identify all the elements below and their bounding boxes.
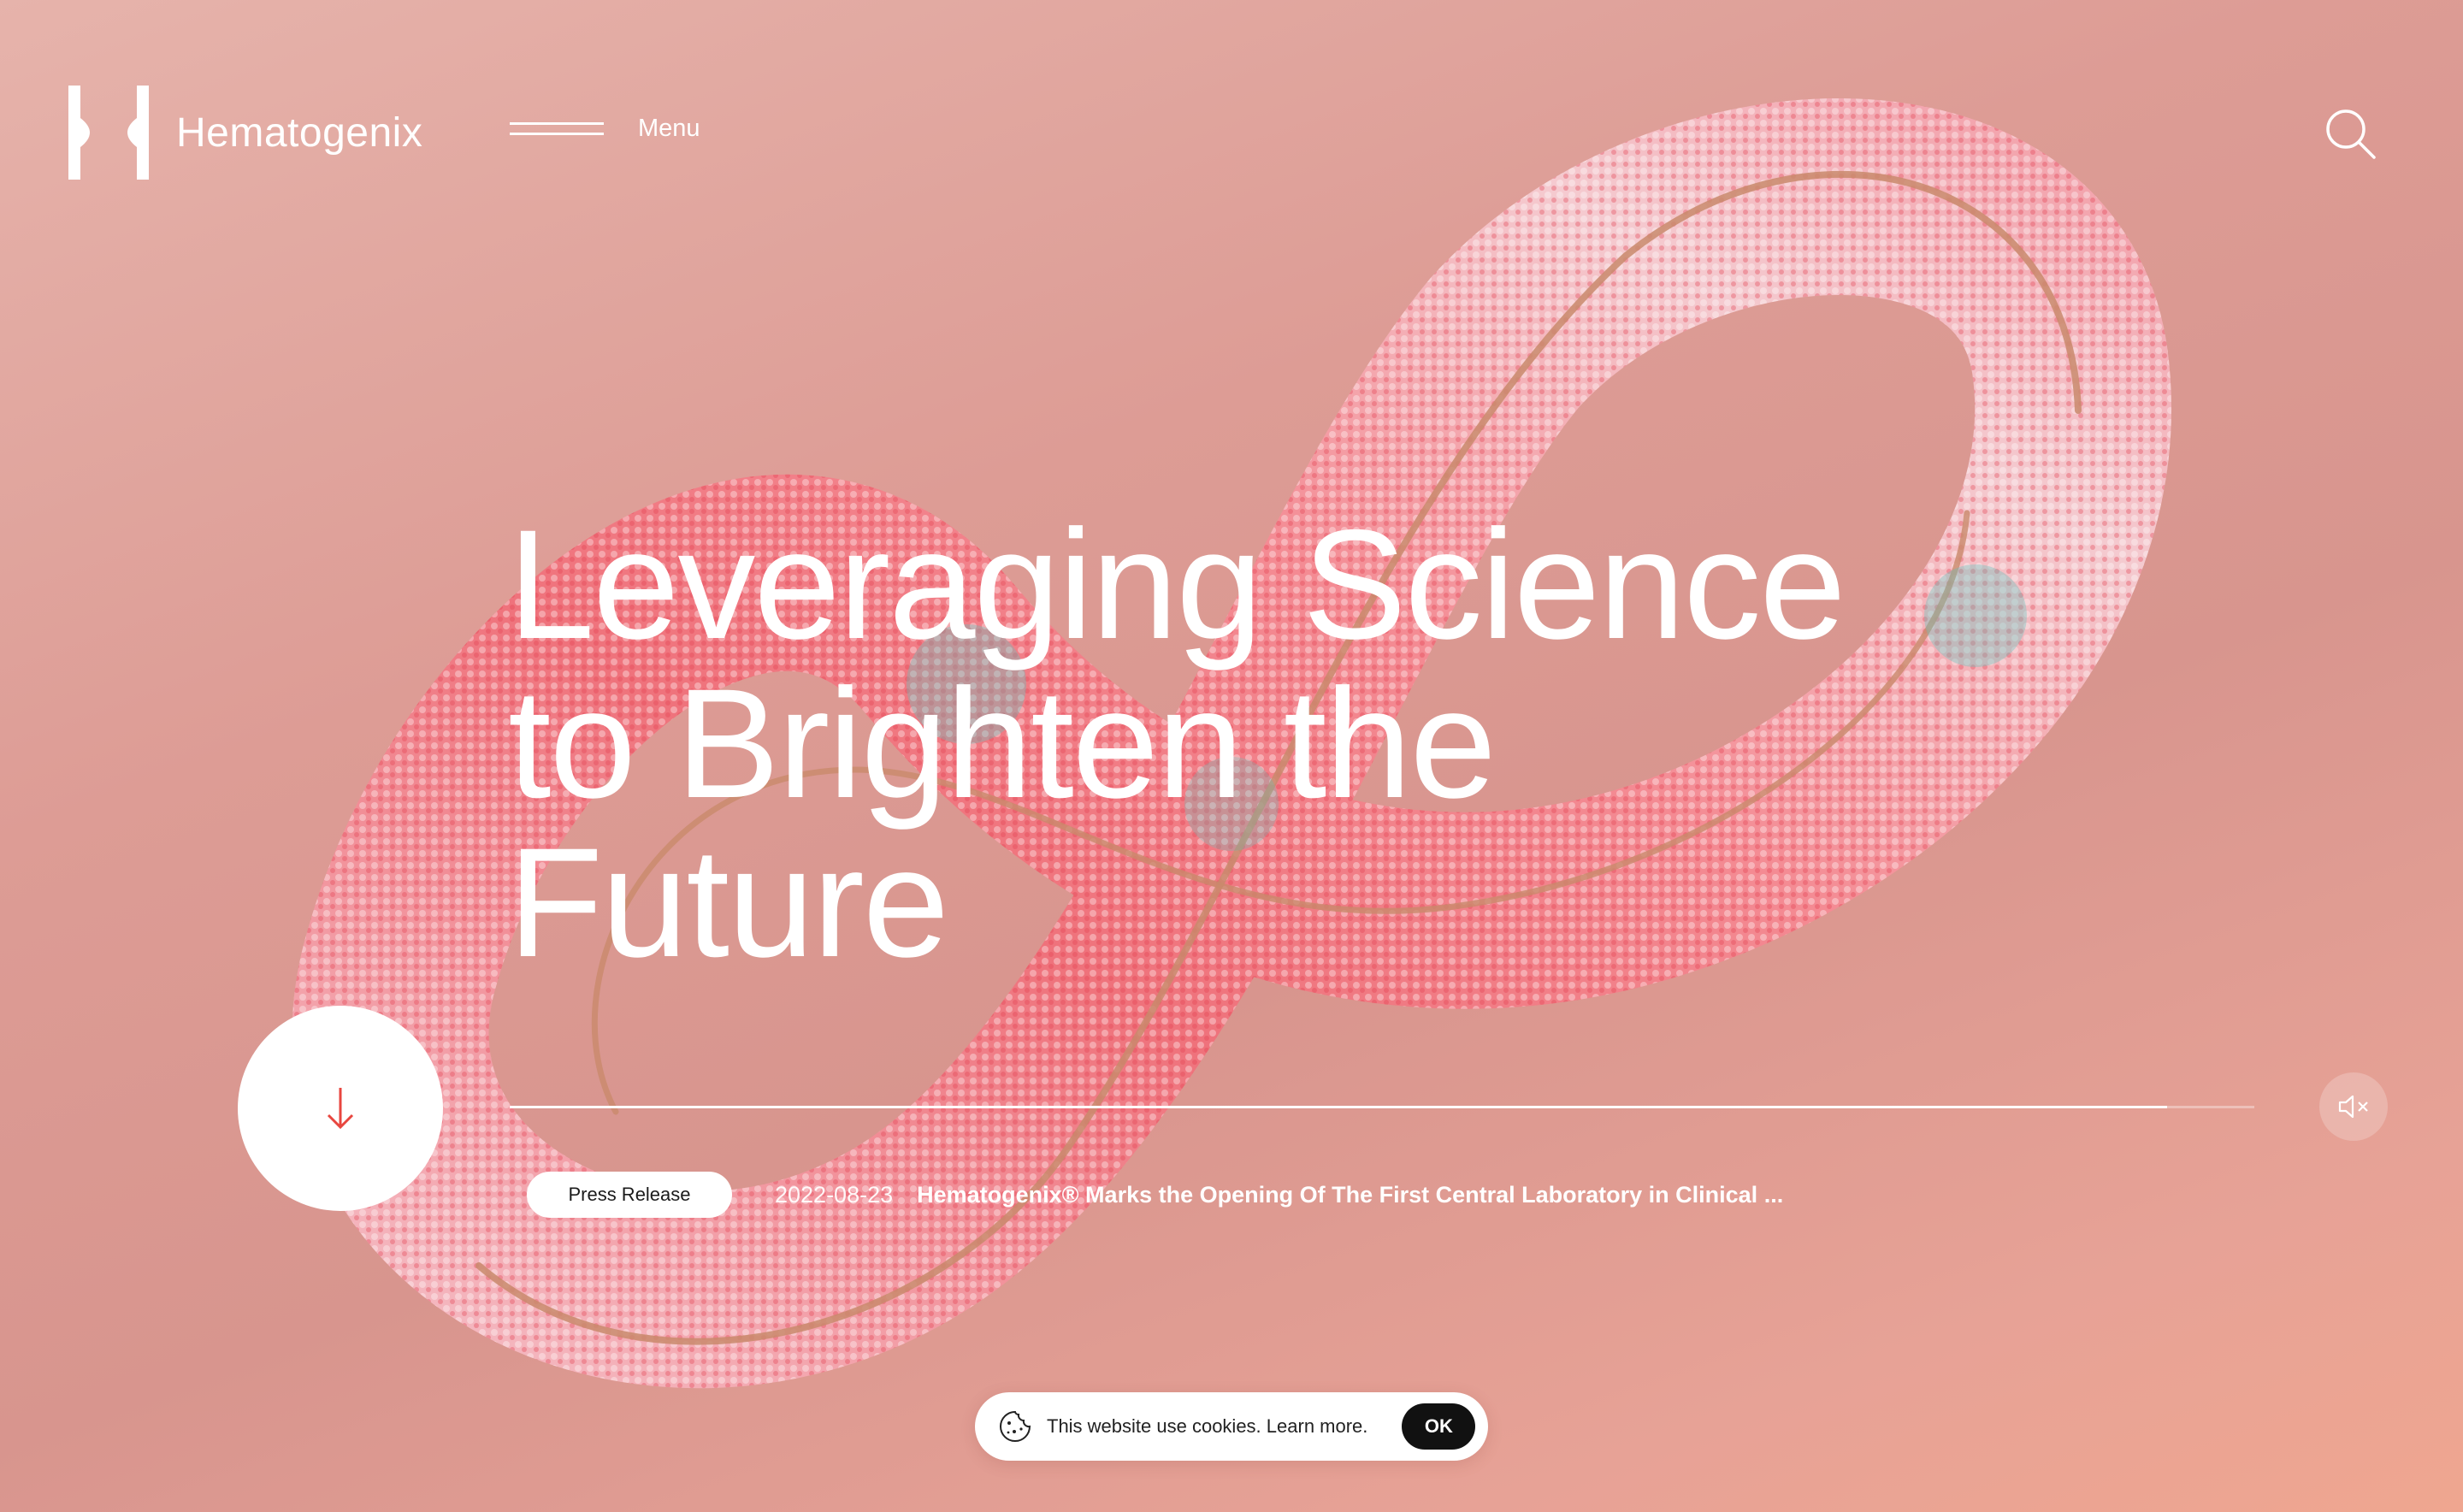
speaker-muted-icon <box>2338 1095 2368 1119</box>
arrow-down-icon <box>327 1088 354 1130</box>
search-icon[interactable] <box>2323 106 2377 161</box>
scroll-down-button[interactable] <box>238 1006 443 1211</box>
video-progress-bar[interactable] <box>510 1106 2254 1108</box>
cookie-banner: This website use cookies. Learn more. OK <box>975 1392 1488 1461</box>
press-release-tag[interactable]: Press Release <box>527 1172 732 1218</box>
hamburger-icon <box>510 119 604 139</box>
video-progress-fill <box>510 1106 2167 1108</box>
mute-toggle-button[interactable] <box>2319 1072 2388 1141</box>
hero-headline: Leveraging Science to Brighten the Futur… <box>508 505 1962 982</box>
hematogenix-logo-icon <box>68 86 149 180</box>
brand-name: Hematogenix <box>176 109 423 156</box>
news-date: 2022-08-23 <box>775 1181 894 1208</box>
news-ticker: Press Release 2022-08-23 Hematogenix® Ma… <box>527 1172 1783 1218</box>
headline-line-1: Leveraging Science <box>508 497 1846 671</box>
menu-button[interactable]: Menu <box>510 115 700 143</box>
headline-line-2: to Brighten the <box>508 656 1497 830</box>
headline-line-3: Future <box>508 815 949 989</box>
news-title-link[interactable]: Hematogenix® Marks the Opening Of The Fi… <box>917 1182 1783 1208</box>
cookie-icon <box>1000 1410 1031 1442</box>
menu-label: Menu <box>638 115 700 142</box>
brand-logo[interactable]: Hematogenix <box>67 86 422 180</box>
cookie-ok-button[interactable]: OK <box>1402 1403 1476 1450</box>
cookie-message[interactable]: This website use cookies. Learn more. <box>1047 1415 1367 1438</box>
